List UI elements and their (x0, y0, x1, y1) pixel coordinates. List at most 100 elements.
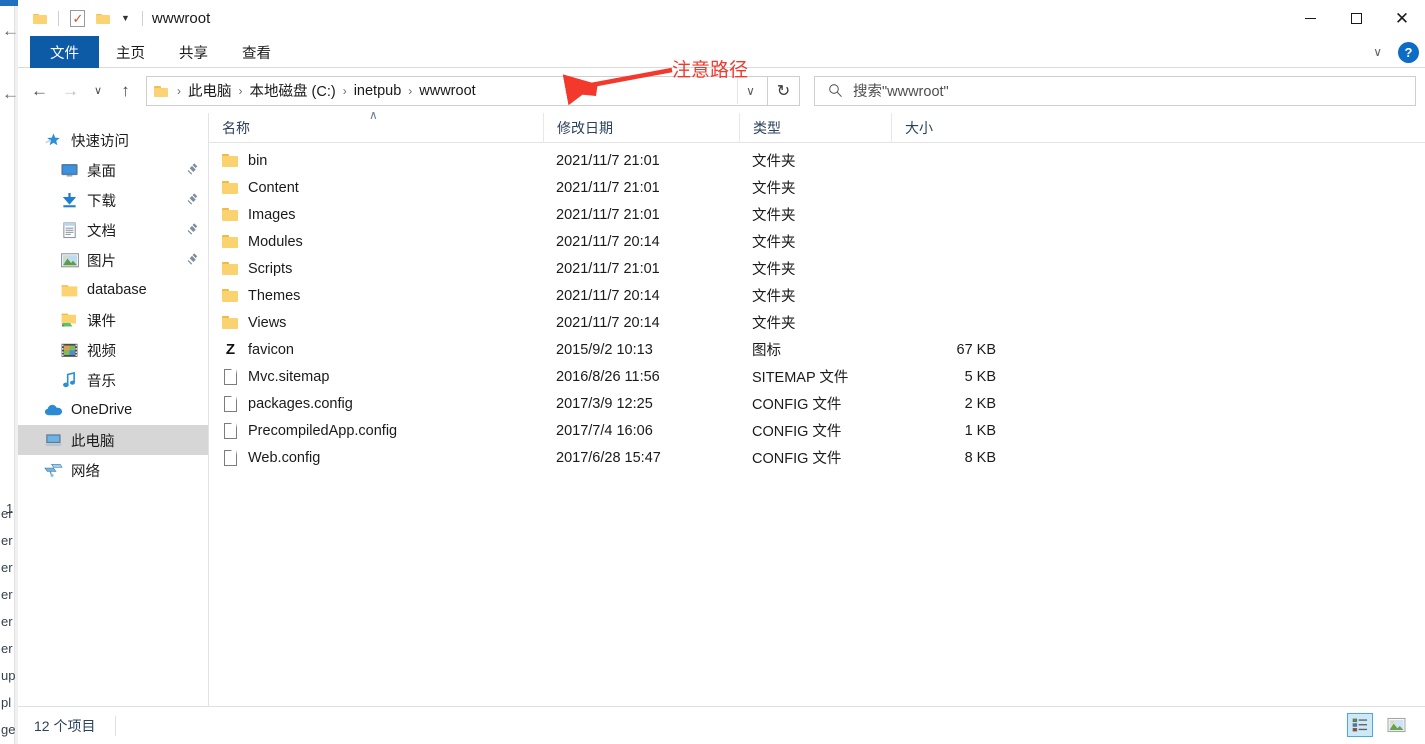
folder-icon (60, 281, 79, 300)
download-icon (60, 191, 79, 210)
sidebar-item-label: 文档 (87, 223, 116, 240)
refresh-button[interactable]: ↻ (768, 75, 800, 106)
file-name-label: Views (248, 314, 287, 331)
breadcrumb-separator-2[interactable]: › (339, 84, 351, 98)
chevron-down-icon-ribbon[interactable]: ∨ (1365, 45, 1390, 59)
sidebar-item-0[interactable]: 快速访问 (18, 125, 208, 155)
table-row[interactable]: packages.config 2017/3/9 12:25 CONFIG 文件 2 … (209, 390, 1425, 417)
pin-icon[interactable] (186, 193, 199, 206)
table-row[interactable]: Web.config 2017/6/28 15:47 CONFIG 文件 8 KB (209, 444, 1425, 471)
sidebar-item-6[interactable]: 课件 (18, 305, 208, 335)
table-row[interactable]: bin 2021/11/7 21:01 文件夹 (209, 147, 1425, 174)
cell-date: 2017/3/9 12:25 (556, 395, 653, 412)
sidebar-item-9[interactable]: OneDrive (18, 395, 208, 425)
file-name-label: Modules (248, 233, 303, 250)
breadcrumb-separator-1[interactable]: › (235, 84, 247, 98)
documents-icon (60, 221, 79, 240)
minimize-button[interactable] (1287, 0, 1333, 36)
forward-button[interactable]: → (55, 75, 86, 106)
recent-locations-button[interactable]: ∨ (86, 75, 110, 106)
cell-name: Scripts (209, 260, 543, 277)
back-button[interactable]: ← (24, 75, 55, 106)
cell-date: 2021/11/7 21:01 (556, 260, 660, 277)
pin-icon[interactable] (186, 253, 199, 266)
pictures-icon (60, 251, 79, 270)
table-row[interactable]: Zfavicon 2015/9/2 10:13 图标 67 KB (209, 336, 1425, 363)
folder-icon (222, 233, 239, 250)
help-icon[interactable]: ? (1398, 41, 1419, 63)
new-folder-icon[interactable] (90, 5, 116, 31)
sidebar-item-7[interactable]: 视频 (18, 335, 208, 365)
sidebar-item-11[interactable]: 网络 (18, 455, 208, 485)
cell-type: 文件夹 (752, 154, 796, 170)
sidebar-item-8[interactable]: 音乐 (18, 365, 208, 395)
cell-name: packages.config (209, 395, 543, 412)
column-header-type[interactable]: 类型 (739, 112, 891, 143)
cell-type: 文件夹 (752, 208, 796, 224)
breadcrumb-separator-0[interactable]: › (173, 84, 185, 98)
table-row[interactable]: Images 2021/11/7 21:01 文件夹 (209, 201, 1425, 228)
breadcrumb-local-disk-c[interactable]: 本地磁盘 (C:) (247, 80, 339, 101)
breadcrumb-this-pc[interactable]: 此电脑 (185, 80, 235, 101)
tab-share[interactable]: 共享 (162, 36, 225, 68)
table-row[interactable]: Scripts 2021/11/7 21:01 文件夹 (209, 255, 1425, 282)
cell-name: Themes (209, 287, 543, 304)
table-row[interactable]: Themes 2021/11/7 20:14 文件夹 (209, 282, 1425, 309)
sidebar-item-4[interactable]: 图片 (18, 245, 208, 275)
search-box[interactable]: 搜索"wwwroot" (814, 75, 1416, 106)
tab-view[interactable]: 查看 (225, 36, 288, 68)
status-divider (115, 715, 117, 736)
address-folder-icon (154, 85, 169, 97)
table-row[interactable]: Content 2021/11/7 21:01 文件夹 (209, 174, 1425, 201)
navigation-pane: 快速访问 桌面下载文档图片 database 课件 视频 音乐 OneDrive 此电脑网络 (18, 113, 209, 706)
title-bar: ✓ ▼ wwwroot ✕ (18, 0, 1425, 36)
table-row[interactable]: Views 2021/11/7 20:14 文件夹 (209, 309, 1425, 336)
table-row[interactable]: Modules 2021/11/7 20:14 文件夹 (209, 228, 1425, 255)
desktop-icon (60, 161, 79, 180)
address-dropdown-icon[interactable]: ∨ (737, 77, 763, 104)
chevron-down-icon[interactable]: ▼ (116, 13, 137, 23)
address-bar[interactable]: › 此电脑 › 本地磁盘 (C:) › inetpub › wwwroot ∨ (146, 75, 768, 106)
background-back-arrow-icon[interactable]: ← (2, 22, 19, 39)
sidebar-item-5[interactable]: database (18, 275, 208, 305)
maximize-button[interactable] (1333, 0, 1379, 36)
properties-icon[interactable]: ✓ (64, 5, 90, 31)
sidebar-item-label: 下载 (87, 193, 116, 210)
column-header-name[interactable]: 名称 ∧ (209, 108, 543, 143)
large-icons-view-button[interactable] (1383, 713, 1409, 737)
pin-icon[interactable] (186, 163, 199, 176)
cell-type: 图标 (752, 343, 781, 359)
cell-date: 2017/7/4 16:06 (556, 422, 653, 439)
details-view-button[interactable] (1347, 713, 1373, 737)
file-rows-container: bin 2021/11/7 21:01 文件夹 Content 2021/11/7 21… (209, 143, 1425, 706)
table-row[interactable]: PrecompiledApp.config 2017/7/4 16:06 CONFI… (209, 417, 1425, 444)
up-button[interactable]: ↑ (110, 75, 141, 106)
breadcrumb-separator-3[interactable]: › (404, 84, 416, 98)
sidebar-item-1[interactable]: 桌面 (18, 155, 208, 185)
column-headers: 名称 ∧ 修改日期 类型 大小 (209, 108, 1425, 143)
tab-home[interactable]: 主页 (99, 36, 162, 68)
breadcrumb-wwwroot[interactable]: wwwroot (416, 83, 478, 99)
pin-icon[interactable] (186, 223, 199, 236)
cell-type: 文件夹 (752, 181, 796, 197)
tab-file[interactable]: 文件 (30, 36, 99, 68)
column-header-date[interactable]: 修改日期 (543, 112, 739, 143)
network-icon (44, 461, 63, 480)
address-toolbar: ← → ∨ ↑ › 此电脑 › 本地磁盘 (C:) › inetpub › ww… (18, 68, 1425, 113)
table-row[interactable]: Mvc.sitemap 2016/8/26 11:56 SITEMAP 文件 5 KB (209, 363, 1425, 390)
sidebar-item-3[interactable]: 文档 (18, 215, 208, 245)
cell-name: Views (209, 314, 543, 331)
column-header-size[interactable]: 大小 (891, 112, 1011, 143)
sidebar-item-2[interactable]: 下载 (18, 185, 208, 215)
file-name-label: PrecompiledApp.config (248, 422, 398, 439)
search-icon (827, 83, 843, 99)
sidebar-item-10[interactable]: 此电脑 (18, 425, 208, 455)
background-back-arrow-icon-2[interactable]: ← (2, 85, 19, 102)
file-name-label: favicon (248, 341, 294, 358)
close-button[interactable]: ✕ (1379, 0, 1425, 36)
status-bar: 12 个项目 (18, 706, 1425, 744)
file-name-label: packages.config (248, 395, 353, 412)
folder-icon[interactable] (27, 5, 53, 31)
breadcrumb-inetpub[interactable]: inetpub (351, 83, 405, 99)
sidebar-item-label: 网络 (71, 463, 100, 480)
